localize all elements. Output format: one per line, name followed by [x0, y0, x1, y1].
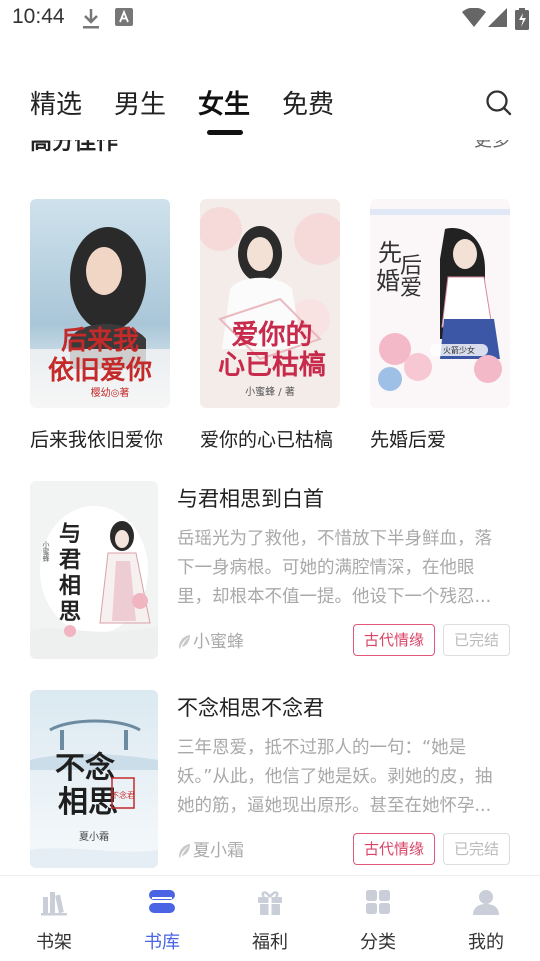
book-title: 先婚后爱 [370, 429, 447, 451]
genre-tag[interactable]: 古代情缘 [353, 624, 435, 656]
profile-icon [473, 890, 499, 915]
svg-text:火箭少女: 火箭少女 [443, 345, 475, 355]
download-icon [83, 9, 99, 29]
tab-female[interactable]: 女生 [198, 84, 250, 121]
book-author: 小蜜蜂 [177, 627, 244, 652]
svg-text:爱你的: 爱你的 [232, 319, 313, 351]
tab-free[interactable]: 免费 [282, 84, 334, 121]
nav-label: 书库 [144, 932, 180, 953]
svg-text:樱幼◎著: 樱幼◎著 [91, 386, 130, 399]
category-icon [366, 890, 390, 914]
tab-indicator [207, 130, 243, 135]
quill-icon [179, 635, 190, 649]
status-time: 10:44 [12, 5, 65, 28]
battery-icon [515, 8, 529, 30]
section-title: 高分佳作 [30, 140, 119, 155]
signal-icon [488, 8, 507, 27]
book-author: 夏小霜 [177, 836, 244, 861]
svg-text:不念: 不念 [55, 751, 115, 786]
category-tabs: 精选 男生 女生 免费 [0, 80, 540, 140]
quill-icon [179, 844, 190, 858]
book-cover: 后来我 依旧爱你 樱幼◎著 [30, 199, 170, 408]
genre-tag[interactable]: 古代情缘 [353, 833, 435, 865]
list-book-item[interactable]: 与 君 相 思 小蜜蜂 与君相思到白首 岳瑶光为了救他，不惜放下半身鲜血，落下一… [0, 481, 540, 661]
nav-category[interactable]: 分类 [324, 876, 432, 961]
bookshelf-icon [41, 892, 67, 916]
nav-benefits[interactable]: 福利 [216, 876, 324, 961]
svg-text:夏小霜: 夏小霜 [79, 831, 109, 843]
nav-label: 书架 [36, 932, 72, 953]
svg-text:小蜜蜂 / 著: 小蜜蜂 / 著 [245, 385, 295, 398]
nav-label: 分类 [360, 932, 396, 953]
nav-label: 我的 [468, 932, 504, 953]
wifi-icon [462, 8, 486, 27]
svg-text:先: 先 [378, 239, 402, 267]
svg-text:依旧爱你: 依旧爱你 [48, 356, 152, 386]
search-icon[interactable] [484, 88, 514, 118]
book-title: 与君相思到白首 [177, 487, 324, 511]
list-book-item[interactable]: 不念 相思 不念君 夏小霜 不念相思不念君 三年恩爱，抵不过那人的一句：“她是妖… [0, 690, 540, 870]
bottom-nav: 书架 书库 福利 分类 我的 [0, 875, 540, 961]
book-title: 后来我依旧爱你 [30, 429, 164, 451]
svg-text:心已枯槁: 心已枯槁 [218, 349, 326, 381]
book-title: 爱你的心已枯槁 [200, 429, 334, 451]
book-cover: 不念 相思 不念君 夏小霜 [30, 690, 158, 868]
library-icon [149, 890, 175, 913]
svg-text:相思: 相思 [58, 785, 118, 820]
tab-featured[interactable]: 精选 [30, 84, 82, 121]
svg-text:小蜜蜂: 小蜜蜂 [42, 540, 50, 562]
book-title: 不念相思不念君 [177, 696, 324, 720]
text-icon [115, 8, 133, 26]
svg-text:与: 与 [59, 521, 81, 547]
svg-text:后来我: 后来我 [61, 326, 139, 356]
book-description: 岳瑶光为了救他，不惜放下半身鲜血，落下一身病根。可她的满腔情深，在他眼里，却根本… [177, 529, 492, 607]
svg-text:思: 思 [59, 599, 81, 625]
svg-text:婚: 婚 [376, 267, 400, 295]
svg-text:不念君: 不念君 [111, 790, 135, 800]
status-tag: 已完结 [443, 833, 510, 865]
nav-library[interactable]: 书库 [108, 876, 216, 961]
nav-profile[interactable]: 我的 [432, 876, 540, 961]
book-cover: 与 君 相 思 小蜜蜂 [30, 481, 158, 659]
book-description: 三年恩爱，抵不过那人的一句：“她是妖。”从此，他信了她是妖。剥她的皮，抽她的筋，… [177, 738, 493, 816]
svg-text:相: 相 [59, 573, 81, 599]
section-header: 高分佳作 更多 [0, 140, 540, 158]
svg-text:君: 君 [59, 547, 81, 573]
gift-icon [258, 891, 282, 915]
status-tag: 已完结 [443, 624, 510, 656]
book-cover: 先 后 婚 爱 火箭少女 [370, 199, 510, 408]
author-name: 小蜜蜂 [193, 632, 244, 652]
nav-bookshelf[interactable]: 书架 [0, 876, 108, 961]
author-name: 夏小霜 [193, 841, 244, 861]
book-cover: 爱你的 心已枯槁 小蜜蜂 / 著 [200, 199, 340, 408]
section-more-link[interactable]: 更多 [474, 140, 510, 152]
tab-male[interactable]: 男生 [114, 84, 166, 121]
nav-label: 福利 [252, 932, 288, 953]
svg-text:爱: 爱 [400, 276, 422, 301]
status-bar: 10:44 [0, 0, 540, 38]
